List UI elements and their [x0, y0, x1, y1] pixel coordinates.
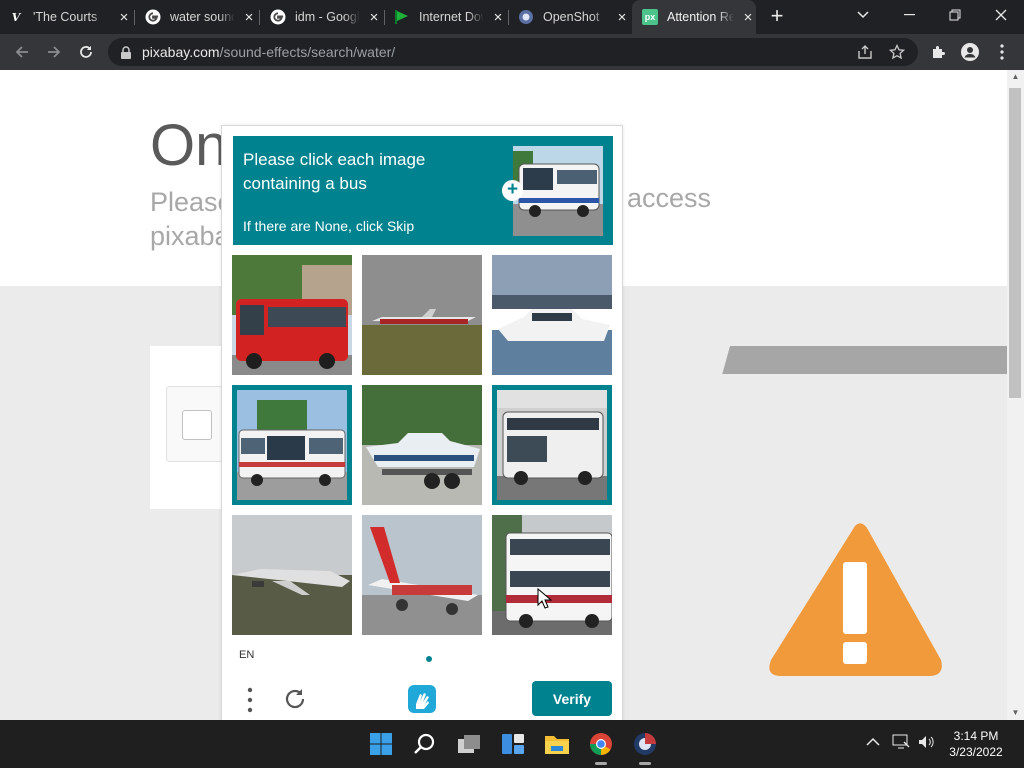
page-subtext-line2: pixaba	[150, 221, 230, 251]
search-icon[interactable]	[411, 730, 439, 758]
page-indicator-dot	[426, 656, 432, 662]
windows-taskbar: 3:14 PM 3/23/2022	[0, 720, 1024, 768]
extensions-puzzle-icon[interactable]	[926, 40, 950, 64]
tab-6-title: Attention Required	[667, 10, 734, 24]
tab-1-title: 'The Courts	[33, 10, 98, 24]
share-icon[interactable]	[856, 43, 874, 61]
page-heading: On	[150, 113, 228, 178]
page-subtext-right: access	[627, 183, 712, 213]
tab-strip: V 'The Courts × water sound × idm - Goog…	[0, 0, 1024, 34]
windows-start-icon[interactable]	[367, 730, 395, 758]
tab-2[interactable]: water sound ×	[145, 0, 257, 34]
menu-dots-icon[interactable]	[244, 685, 256, 715]
close-icon[interactable]: ×	[241, 9, 257, 26]
profile-avatar-icon[interactable]	[958, 40, 982, 64]
hcaptcha-challenge: Please click each image containing a bus…	[221, 125, 623, 725]
captcha-checkbox[interactable]	[182, 410, 212, 440]
captcha-checkbox-frame	[166, 386, 226, 462]
show-hidden-icons-chevron-icon[interactable]	[866, 734, 880, 750]
tab-3-title: idm - Google	[295, 10, 360, 24]
file-explorer-icon[interactable]	[543, 730, 571, 758]
image-tile-5[interactable]	[362, 385, 482, 505]
idm-flag-icon	[394, 9, 410, 25]
openshot-icon	[518, 9, 534, 25]
plus-icon[interactable]: +	[502, 180, 523, 201]
tab-5-title: OpenShot	[543, 10, 600, 24]
new-tab-button[interactable]: +	[765, 5, 789, 29]
close-icon[interactable]: ×	[116, 9, 132, 26]
tab-search-icon[interactable]	[840, 0, 886, 30]
volume-icon[interactable]	[917, 734, 935, 753]
restore-icon[interactable]	[932, 0, 978, 30]
scroll-up-arrow-icon[interactable]: ▲	[1007, 70, 1024, 84]
clock-date: 3/23/2022	[949, 745, 1003, 759]
tab-4-title: Internet Download	[419, 10, 484, 24]
image-tile-1[interactable]	[232, 255, 352, 375]
tab-5[interactable]: OpenShot ×	[518, 0, 630, 34]
image-tile-6-selected[interactable]	[492, 385, 612, 505]
reload-icon[interactable]	[74, 40, 98, 64]
gray-banner	[620, 346, 1007, 374]
url-host: pixabay.com	[142, 44, 220, 60]
verify-button[interactable]: Verify	[532, 681, 612, 716]
google-icon	[145, 9, 161, 25]
page-scrollbar[interactable]: ▲ ▼	[1007, 70, 1024, 720]
network-icon[interactable]	[892, 734, 910, 753]
language-selector[interactable]: EN	[239, 649, 254, 661]
image-tile-7[interactable]	[232, 515, 352, 635]
prompt-subtext: If there are None, click Skip	[243, 218, 415, 234]
tab-6-active[interactable]: px Attention Required ×	[632, 0, 756, 34]
widgets-icon[interactable]	[499, 730, 527, 758]
back-arrow-icon[interactable]	[10, 40, 34, 64]
bookmark-star-icon[interactable]	[888, 43, 906, 61]
forward-arrow-icon[interactable]	[42, 40, 66, 64]
tab-1[interactable]: V 'The Courts ×	[8, 0, 132, 34]
challenge-prompt: Please click each image containing a bus…	[233, 136, 613, 245]
openshot-taskbar-icon[interactable]	[631, 730, 659, 765]
task-view-icon[interactable]	[455, 730, 483, 758]
chrome-icon[interactable]	[587, 730, 615, 765]
system-clock[interactable]: 3:14 PM 3/23/2022	[946, 728, 1006, 760]
address-bar[interactable]: pixabay.com/sound-effects/search/water/	[108, 38, 918, 66]
image-tile-9[interactable]	[492, 515, 612, 635]
refresh-icon[interactable]	[282, 686, 308, 712]
clock-time: 3:14 PM	[953, 729, 999, 743]
hcaptcha-logo-icon[interactable]	[405, 682, 439, 716]
prompt-text: Please click each image containing a bus	[243, 150, 426, 193]
minimize-icon[interactable]	[886, 0, 932, 30]
image-tile-8[interactable]	[362, 515, 482, 635]
scrollbar-thumb[interactable]	[1009, 88, 1021, 398]
lock-icon	[120, 45, 132, 59]
v-logo-icon: V	[11, 10, 21, 24]
image-tile-4-selected[interactable]	[232, 385, 352, 505]
browser-toolbar: pixabay.com/sound-effects/search/water/	[0, 34, 1024, 70]
url-path: /sound-effects/search/water/	[219, 44, 396, 60]
scroll-down-arrow-icon[interactable]: ▼	[1007, 706, 1024, 720]
tab-2-title: water sound	[170, 10, 235, 24]
close-icon[interactable]: ×	[490, 9, 506, 26]
example-image[interactable]	[513, 146, 603, 236]
challenge-footer: Verify	[222, 678, 622, 726]
warning-triangle-icon	[769, 523, 942, 676]
image-tile-3[interactable]	[492, 255, 612, 375]
close-icon[interactable]: ×	[614, 9, 630, 26]
tab-3[interactable]: idm - Google ×	[270, 0, 382, 34]
google-icon	[270, 9, 286, 25]
window-close-icon[interactable]	[978, 0, 1024, 30]
pixabay-icon: px	[642, 9, 658, 25]
close-icon[interactable]: ×	[366, 9, 382, 26]
tab-4[interactable]: Internet Download ×	[394, 0, 506, 34]
url-text: pixabay.com/sound-effects/search/water/	[142, 44, 395, 60]
kebab-menu-icon[interactable]	[990, 40, 1014, 64]
image-tile-2[interactable]	[362, 255, 482, 375]
close-icon[interactable]: ×	[740, 9, 756, 26]
